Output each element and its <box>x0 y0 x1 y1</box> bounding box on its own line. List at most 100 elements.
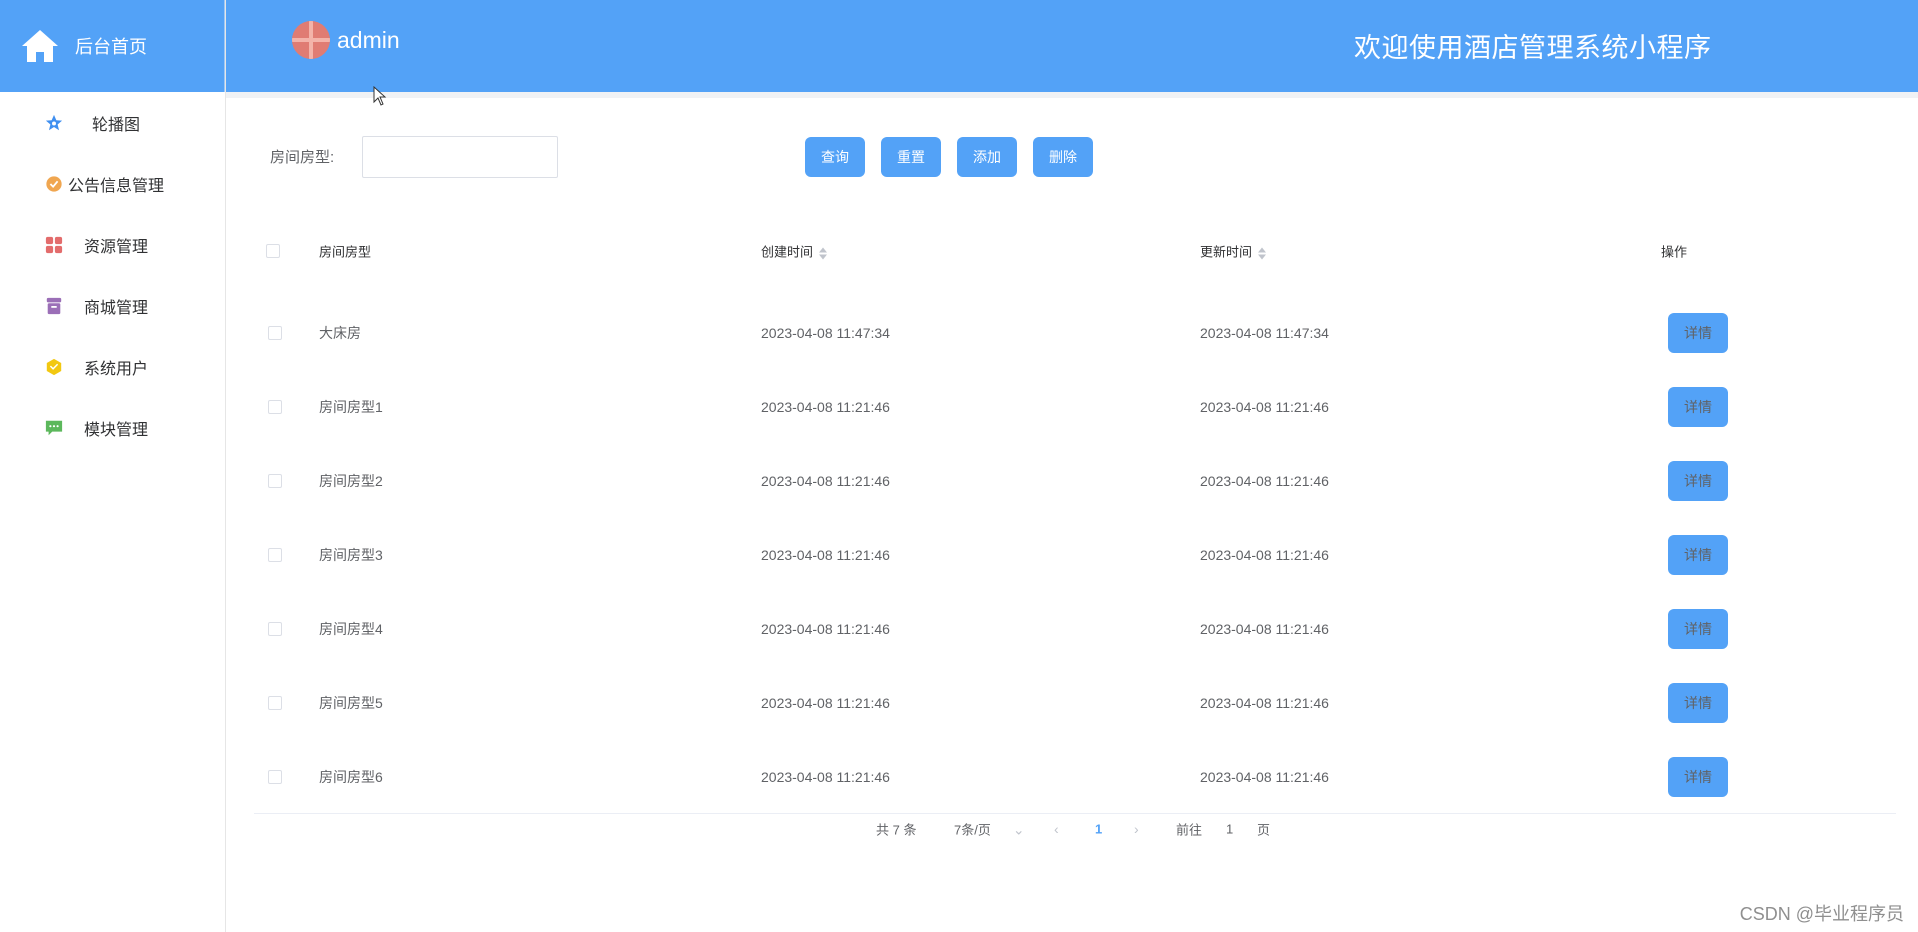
add-button[interactable]: 添加 <box>957 137 1017 177</box>
cell-type: 房间房型2 <box>319 473 383 489</box>
room-type-search-input[interactable] <box>362 136 558 178</box>
sidebar-item-label: 公告信息管理 <box>68 177 165 195</box>
row-checkbox[interactable] <box>268 769 282 784</box>
cell-updated: 2023-04-08 11:21:46 <box>1200 695 1329 711</box>
archive-icon <box>44 296 64 316</box>
detail-button[interactable]: 详情 <box>1668 535 1728 575</box>
main-content: 房间房型: 查询 重置 添加 删除 房间房型 创建时间 更新时间 操作 大床房 … <box>232 98 1912 932</box>
cell-created: 2023-04-08 11:21:46 <box>761 399 890 415</box>
next-page-icon[interactable]: › <box>1134 821 1139 837</box>
cell-created: 2023-04-08 11:21:46 <box>761 547 890 563</box>
page-number-current[interactable]: 1 <box>1095 822 1102 837</box>
table-row: 房间房型3 2023-04-08 11:21:46 2023-04-08 11:… <box>254 518 1896 592</box>
cell-type: 房间房型6 <box>319 768 383 785</box>
goto-prefix: 前往 <box>1176 822 1203 838</box>
delete-button[interactable]: 删除 <box>1033 137 1093 177</box>
star-icon <box>44 113 64 133</box>
column-header-created-label: 创建时间 <box>761 244 814 260</box>
cell-updated: 2023-04-08 11:21:46 <box>1200 621 1329 637</box>
cell-type: 房间房型4 <box>319 621 383 637</box>
cell-type: 房间房型1 <box>319 399 383 415</box>
table-row: 大床房 2023-04-08 11:47:34 2023-04-08 11:47… <box>254 296 1896 370</box>
row-checkbox[interactable] <box>268 326 282 340</box>
sidebar-item-label: 轮播图 <box>92 116 141 134</box>
sidebar-item-label: 商城管理 <box>84 299 149 317</box>
cell-created: 2023-04-08 11:21:46 <box>761 473 890 489</box>
table-header: 房间房型 创建时间 更新时间 操作 <box>254 206 1896 296</box>
detail-button[interactable]: 详情 <box>1668 609 1728 649</box>
sidebar: 后台首页 轮播图 公告信息管理 资源管理 商城管理 系统用户 模块管理 <box>0 0 226 932</box>
cell-type: 大床房 <box>319 325 361 341</box>
table-row: 房间房型1 2023-04-08 11:21:46 2023-04-08 11:… <box>254 370 1896 444</box>
welcome-title: 欢迎使用酒店管理系统小程序 <box>1354 33 1712 63</box>
goto-suffix: 页 <box>1257 822 1271 838</box>
cell-type: 房间房型3 <box>319 547 383 563</box>
page-size-value: 7条/页 <box>954 822 991 838</box>
home-icon <box>22 30 58 62</box>
pagination: 共 7 条 7条/页 ⌄ ‹ 1 › 前往 1 页 <box>232 814 1912 844</box>
grid-icon <box>44 235 64 255</box>
cell-created: 2023-04-08 11:21:46 <box>761 768 890 785</box>
room-type-table: 房间房型 创建时间 更新时间 操作 大床房 2023-04-08 11:47:3… <box>254 206 1896 814</box>
table-row: 房间房型6 2023-04-08 11:21:46 2023-04-08 11:… <box>254 740 1896 814</box>
sidebar-item-resources[interactable]: 资源管理 <box>0 214 225 275</box>
sidebar-home-link[interactable]: 后台首页 <box>0 0 225 92</box>
cell-updated: 2023-04-08 11:21:46 <box>1200 768 1329 785</box>
chat-icon <box>44 418 64 438</box>
table-row: 房间房型2 2023-04-08 11:21:46 2023-04-08 11:… <box>254 444 1896 518</box>
column-header-created[interactable]: 创建时间 <box>761 242 828 261</box>
sidebar-home-label: 后台首页 <box>75 37 147 57</box>
column-header-actions: 操作 <box>1661 244 1688 260</box>
column-header-updated[interactable]: 更新时间 <box>1200 242 1267 261</box>
pagination-total: 共 7 条 <box>876 822 917 838</box>
username[interactable]: admin <box>337 27 400 54</box>
sidebar-item-mall[interactable]: 商城管理 <box>0 275 225 336</box>
cube-icon <box>44 357 64 377</box>
cell-updated: 2023-04-08 11:21:46 <box>1200 473 1329 489</box>
table-row: 房间房型4 2023-04-08 11:21:46 2023-04-08 11:… <box>254 592 1896 666</box>
query-button[interactable]: 查询 <box>805 137 865 177</box>
detail-button[interactable]: 详情 <box>1668 313 1728 353</box>
sidebar-menu: 轮播图 公告信息管理 资源管理 商城管理 系统用户 模块管理 <box>0 92 225 458</box>
goto-page-input[interactable]: 1 <box>1226 822 1233 837</box>
top-header: admin 欢迎使用酒店管理系统小程序 <box>226 0 1918 92</box>
row-checkbox[interactable] <box>268 696 282 710</box>
avatar[interactable] <box>292 21 330 59</box>
sidebar-item-label: 资源管理 <box>84 238 149 256</box>
sidebar-item-modules[interactable]: 模块管理 <box>0 397 225 458</box>
cell-created: 2023-04-08 11:47:34 <box>761 325 890 341</box>
cell-type: 房间房型5 <box>319 695 383 711</box>
row-checkbox[interactable] <box>268 474 282 488</box>
sidebar-item-system-users[interactable]: 系统用户 <box>0 336 225 397</box>
column-header-updated-label: 更新时间 <box>1200 244 1253 260</box>
detail-button[interactable]: 详情 <box>1668 387 1728 427</box>
detail-button[interactable]: 详情 <box>1668 683 1728 723</box>
sort-icon[interactable] <box>1258 246 1267 260</box>
sidebar-item-label: 系统用户 <box>84 360 149 378</box>
cell-updated: 2023-04-08 11:21:46 <box>1200 547 1329 563</box>
detail-button[interactable]: 详情 <box>1668 756 1728 797</box>
detail-button[interactable]: 详情 <box>1668 461 1728 501</box>
watermark: CSDN @毕业程序员 <box>1739 904 1904 924</box>
cell-updated: 2023-04-08 11:21:46 <box>1200 399 1329 415</box>
row-checkbox[interactable] <box>268 622 282 636</box>
sidebar-item-label: 模块管理 <box>84 421 149 439</box>
row-checkbox[interactable] <box>268 548 282 562</box>
column-header-type: 房间房型 <box>319 244 372 260</box>
badge-icon <box>44 174 64 194</box>
sidebar-item-announcements[interactable]: 公告信息管理 <box>0 153 225 214</box>
search-label: 房间房型: <box>270 149 335 166</box>
page-size-select[interactable]: 7条/页 ⌄ <box>954 820 1025 839</box>
prev-page-icon[interactable]: ‹ <box>1054 821 1059 837</box>
chevron-down-icon: ⌄ <box>1012 821 1025 838</box>
sidebar-item-carousel[interactable]: 轮播图 <box>0 92 225 153</box>
sort-icon[interactable] <box>819 246 828 260</box>
reset-button[interactable]: 重置 <box>881 137 941 177</box>
table-row: 房间房型5 2023-04-08 11:21:46 2023-04-08 11:… <box>254 666 1896 740</box>
select-all-checkbox[interactable] <box>266 244 280 258</box>
mouse-cursor-icon <box>373 86 387 106</box>
cell-updated: 2023-04-08 11:47:34 <box>1200 325 1329 341</box>
row-checkbox[interactable] <box>268 400 282 414</box>
cell-created: 2023-04-08 11:21:46 <box>761 695 890 711</box>
cell-created: 2023-04-08 11:21:46 <box>761 621 890 637</box>
